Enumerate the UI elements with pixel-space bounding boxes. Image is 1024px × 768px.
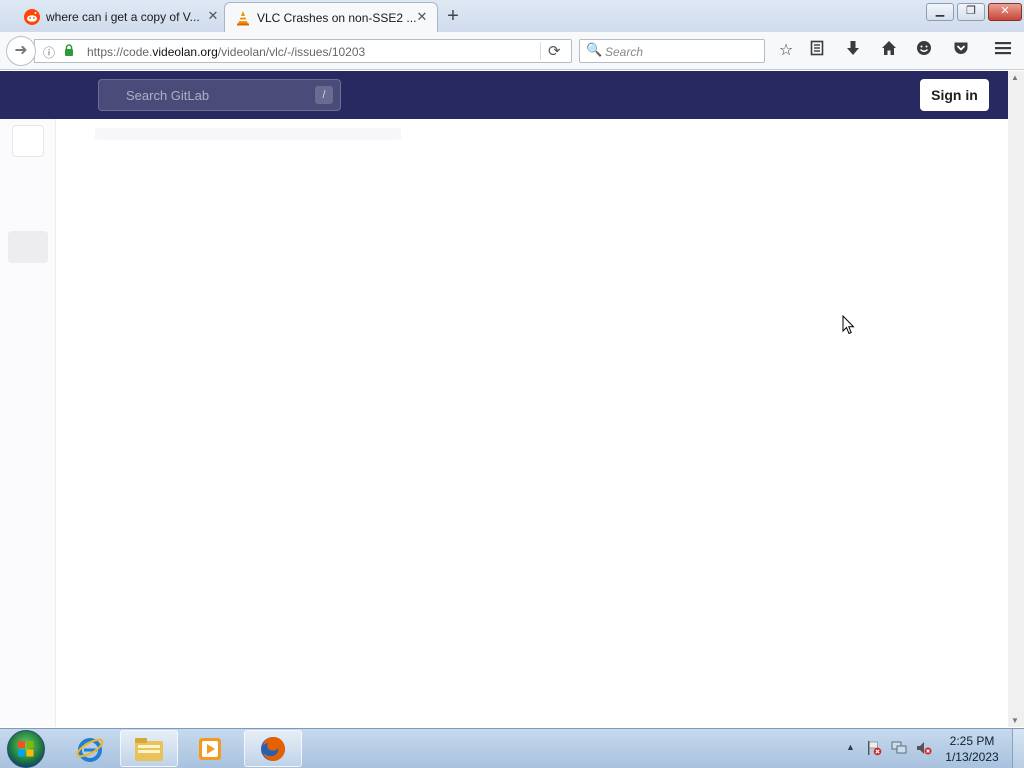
system-clock[interactable]: 2:25 PM 1/13/2023 bbox=[940, 733, 1004, 765]
gitlab-search-placeholder: Search GitLab bbox=[126, 88, 210, 103]
bookmark-star-icon[interactable]: ☆ bbox=[775, 40, 797, 62]
url-path: /videolan/vlc/-/issues/10203 bbox=[217, 45, 366, 59]
vertical-scrollbar[interactable]: ▲ ▼ bbox=[1008, 71, 1024, 727]
scroll-down-arrow-icon[interactable]: ▼ bbox=[1011, 716, 1019, 725]
volume-muted-icon[interactable] bbox=[916, 740, 932, 756]
close-tab-icon[interactable]: ✕ bbox=[415, 10, 429, 24]
windows-logo-icon bbox=[18, 741, 34, 757]
reload-icon[interactable]: ⟳ bbox=[548, 42, 561, 60]
url-separator bbox=[540, 42, 541, 60]
vlc-cone-icon bbox=[235, 10, 251, 26]
bookmarks-menu-icon[interactable] bbox=[806, 40, 828, 62]
sidebar-placeholder-item bbox=[8, 231, 48, 263]
scroll-up-arrow-icon[interactable]: ▲ bbox=[1011, 73, 1019, 82]
new-tab-plus-icon[interactable]: + bbox=[442, 6, 464, 28]
sidebar-placeholder-avatar bbox=[12, 125, 44, 157]
hello-chat-icon[interactable] bbox=[913, 40, 935, 62]
tab-title: where can i get a copy of V... bbox=[46, 10, 200, 24]
main-content bbox=[57, 119, 1008, 727]
network-icon[interactable] bbox=[891, 740, 907, 756]
back-button[interactable]: ➜ bbox=[6, 36, 36, 66]
mouse-pointer-icon bbox=[842, 314, 856, 335]
action-center-flag-icon[interactable] bbox=[866, 740, 882, 756]
url-text[interactable]: https://code.videolan.org/videolan/vlc/-… bbox=[87, 45, 365, 59]
gitlab-header: Search GitLab / Sign in bbox=[0, 71, 1008, 119]
maximize-window-icon[interactable]: ❐ bbox=[957, 3, 985, 21]
firefox-icon bbox=[261, 736, 285, 761]
tab-title: VLC Crashes on non-SSE2 ... bbox=[257, 10, 417, 25]
info-icon[interactable]: ⓘ bbox=[43, 44, 55, 61]
minimize-window-icon[interactable]: ▁ bbox=[926, 3, 954, 21]
sidebar bbox=[0, 119, 56, 727]
navigation-toolbar: ⓘ https://code.videolan.org/videolan/vlc… bbox=[0, 32, 1024, 70]
loading-placeholder-line bbox=[95, 128, 401, 140]
address-bar[interactable]: ⓘ https://code.videolan.org/videolan/vlc… bbox=[34, 39, 572, 63]
search-box[interactable]: 🔍 Search bbox=[579, 39, 765, 63]
downloads-icon[interactable] bbox=[842, 40, 864, 62]
close-window-icon[interactable]: ✕ bbox=[988, 3, 1022, 21]
media-player-taskbar-button[interactable] bbox=[181, 730, 239, 767]
tab-vlc-issue[interactable]: VLC Crashes on non-SSE2 ... ✕ bbox=[224, 2, 438, 32]
url-prefix: https://code. bbox=[87, 45, 153, 59]
file-explorer-taskbar-button[interactable] bbox=[120, 730, 178, 767]
internet-explorer-taskbar-button[interactable] bbox=[61, 730, 119, 767]
show-hidden-icons-arrow-icon[interactable]: ▲ bbox=[846, 742, 855, 752]
url-host: videolan.org bbox=[152, 45, 218, 59]
hamburger-menu-icon[interactable] bbox=[992, 40, 1014, 62]
gitlab-search-input[interactable]: Search GitLab / bbox=[98, 79, 341, 111]
firefox-taskbar-button[interactable] bbox=[244, 730, 302, 767]
media-player-icon bbox=[199, 737, 221, 760]
show-desktop-button[interactable] bbox=[1012, 729, 1024, 768]
sign-in-button[interactable]: Sign in bbox=[920, 79, 989, 111]
search-engine-icon: 🔍 bbox=[586, 42, 603, 57]
close-tab-icon[interactable]: ✕ bbox=[206, 9, 220, 23]
clock-time: 2:25 PM bbox=[949, 734, 995, 748]
tab-strip: where can i get a copy of V... ✕ VLC Cra… bbox=[0, 0, 1024, 32]
lock-icon[interactable] bbox=[64, 44, 74, 59]
tab-reddit[interactable]: where can i get a copy of V... ✕ bbox=[14, 2, 228, 32]
start-button[interactable] bbox=[7, 730, 45, 768]
internet-explorer-icon bbox=[76, 737, 104, 762]
clock-date: 1/13/2023 bbox=[945, 750, 999, 764]
pocket-icon[interactable] bbox=[950, 40, 972, 62]
windows-taskbar: ▲ 2:25 PM 1/13/2023 bbox=[0, 728, 1024, 768]
reddit-icon bbox=[24, 9, 40, 25]
folder-icon bbox=[135, 737, 163, 761]
home-icon[interactable] bbox=[878, 40, 900, 62]
back-arrow-icon: ➜ bbox=[14, 42, 28, 59]
search-placeholder: Search bbox=[605, 45, 644, 59]
search-shortcut-hint: / bbox=[315, 86, 333, 104]
